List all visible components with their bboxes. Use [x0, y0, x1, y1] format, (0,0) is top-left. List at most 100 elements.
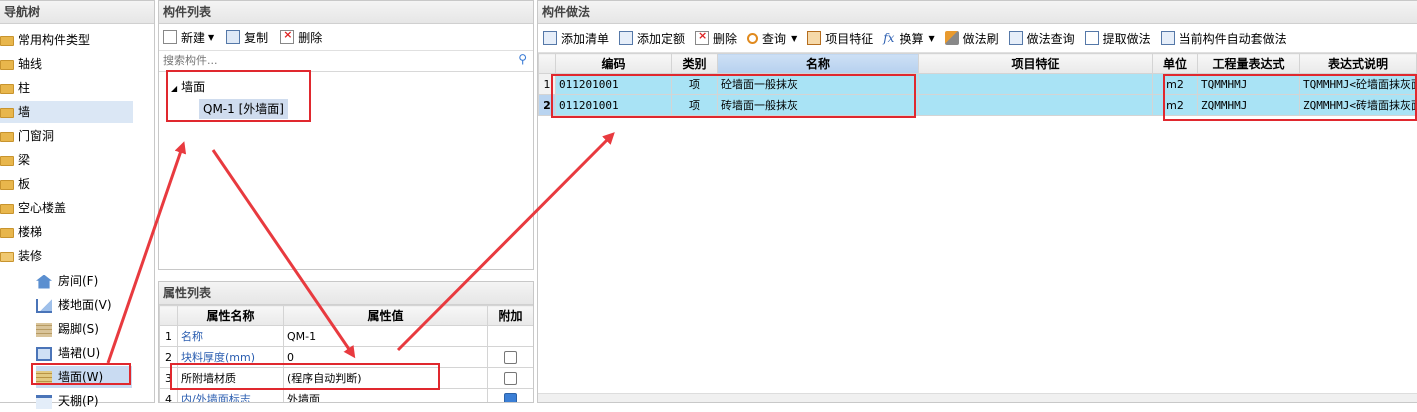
search-icon[interactable]: ⚲ — [518, 52, 527, 66]
extra-checkbox-checked[interactable] — [504, 392, 517, 402]
nav-sub-skirting[interactable]: 踢脚(S) — [36, 318, 132, 340]
header-type: 类别 — [671, 53, 718, 74]
skirting-icon — [36, 322, 52, 337]
nav-item-wall[interactable]: 墙 — [0, 101, 133, 123]
folder-icon — [0, 59, 14, 70]
delete-icon: × — [695, 29, 710, 45]
tree-item-qm1[interactable]: QM-1 [外墙面] — [199, 99, 288, 119]
convert-button[interactable]: fx 换算 ▼ — [883, 27, 934, 49]
nav-item-slab[interactable]: 板 — [0, 173, 150, 195]
method-title: 构件做法 — [538, 1, 1417, 24]
wall-surface-icon — [36, 370, 52, 385]
prop-value-cell[interactable]: 外墙面 — [283, 388, 488, 402]
folder-open-icon — [0, 251, 14, 262]
add-list-icon — [543, 31, 557, 45]
method-query-button[interactable]: 做法查询 — [1008, 27, 1075, 49]
extra-checkbox[interactable] — [504, 371, 517, 385]
prop-value-cell[interactable]: 0 — [283, 346, 488, 368]
nav-sub-floor[interactable]: 楼地面(V) — [36, 294, 132, 316]
query-button[interactable]: 查询 ▼ — [747, 27, 797, 49]
method-panel: 构件做法 添加清单 添加定额 × 删除 查询 ▼ 项目特征 fx 换算 ▼ 做法刷 … — [537, 0, 1417, 403]
header-desc: 表达式说明 — [1299, 53, 1417, 74]
dropdown-arrow-icon: ▼ — [208, 32, 215, 42]
nav-item-axis[interactable]: 轴线 — [0, 53, 150, 75]
nav-tree-title: 导航树 — [0, 1, 154, 24]
header-code: 编码 — [555, 53, 672, 74]
header-expr: 工程量表达式 — [1197, 53, 1300, 74]
folder-icon — [0, 155, 14, 166]
header-blank — [159, 305, 178, 326]
method-query-icon — [1008, 31, 1023, 45]
nav-sub-room[interactable]: 房间(F) — [36, 270, 132, 292]
table-row[interactable]: 1 名称 QM-1 — [159, 325, 533, 347]
tree-root-wall-surface[interactable]: ◢ 墙面 — [171, 78, 205, 95]
table-row[interactable]: 4 内/外墙面标志 外墙面 — [159, 388, 533, 402]
method-table: 编码 类别 名称 项目特征 单位 工程量表达式 表达式说明 1 01120100… — [538, 53, 1417, 116]
auto-apply-button[interactable]: 当前构件自动套做法 — [1160, 27, 1287, 49]
component-toolbar: 新建 ▼ 复制 × 删除 — [159, 24, 533, 51]
method-scrollbar[interactable] — [538, 393, 1417, 402]
method-toolbar: 添加清单 添加定额 × 删除 查询 ▼ 项目特征 fx 换算 ▼ 做法刷 做法查询 … — [538, 24, 1417, 53]
wainscot-icon — [36, 346, 52, 361]
add-quota-button[interactable]: 添加定额 — [619, 27, 685, 49]
delete-icon: × — [280, 28, 295, 44]
folder-icon — [0, 227, 14, 238]
item-feature-icon — [807, 31, 822, 45]
nav-sub-wall-surface[interactable]: 墙面(W) — [36, 366, 132, 388]
folder-icon — [0, 35, 14, 46]
dropdown-arrow-icon: ▼ — [928, 33, 935, 43]
fx-icon: fx — [883, 31, 895, 45]
nav-item-common-types[interactable]: 常用构件类型 — [0, 29, 150, 51]
table-row[interactable]: 2 块料厚度(mm) 0 — [159, 346, 533, 368]
nav-item-column[interactable]: 柱 — [0, 77, 150, 99]
component-list-panel: 构件列表 新建 ▼ 复制 × 删除 ⚲ ◢墙面 QM-1 [外墙面] — [158, 0, 534, 270]
add-list-button[interactable]: 添加清单 — [543, 27, 609, 49]
nav-item-openings[interactable]: 门窗洞 — [0, 125, 150, 147]
item-feature-button[interactable]: 项目特征 — [807, 27, 873, 49]
table-row[interactable]: 1 011201001 项 砼墙面一般抹灰 m2 TQMMHMJ TQMMHMJ… — [538, 73, 1417, 95]
table-row[interactable]: 2 011201001 项 砖墙面一般抹灰 m2 ZQMMHMJ ZQMMHMJ… — [538, 94, 1417, 116]
folder-icon — [0, 107, 14, 118]
extract-method-button[interactable]: 提取做法 — [1084, 27, 1151, 49]
delete-button[interactable]: × 删除 — [280, 26, 322, 48]
extra-checkbox[interactable] — [504, 350, 517, 364]
nav-item-beam[interactable]: 梁 — [0, 149, 150, 171]
folder-icon — [0, 131, 14, 142]
header-blank — [538, 53, 556, 74]
property-table: 属性名称 属性值 附加 1 名称 QM-1 2 块料厚度(mm) 0 3 所附墙… — [159, 305, 533, 402]
header-prop-name: 属性名称 — [177, 305, 284, 326]
house-icon — [36, 274, 52, 289]
copy-button[interactable]: 复制 — [226, 26, 268, 48]
brush-icon — [944, 31, 959, 45]
folder-icon — [0, 179, 14, 190]
magnifier-icon — [747, 32, 759, 44]
component-search-input[interactable] — [159, 51, 507, 69]
header-feature: 项目特征 — [918, 53, 1153, 74]
header-prop-value: 属性值 — [283, 305, 488, 326]
new-doc-icon — [163, 30, 177, 44]
nav-sub-ceiling[interactable]: 天棚(P) — [36, 390, 132, 412]
method-brush-button[interactable]: 做法刷 — [944, 27, 999, 49]
new-button[interactable]: 新建 ▼ — [163, 26, 214, 48]
prop-value-cell[interactable]: QM-1 — [283, 325, 488, 347]
ceiling-icon — [36, 394, 52, 409]
nav-item-decoration[interactable]: 装修 — [0, 245, 150, 267]
nav-item-hollow-floor[interactable]: 空心楼盖 — [0, 197, 150, 219]
component-search-box: ⚲ — [159, 51, 533, 72]
component-list-title: 构件列表 — [159, 1, 533, 24]
nav-sub-wainscot[interactable]: 墙裙(U) — [36, 342, 132, 364]
method-delete-button[interactable]: × 删除 — [695, 27, 737, 49]
floor-icon — [36, 298, 52, 313]
header-unit: 单位 — [1152, 53, 1198, 74]
prop-value-cell[interactable]: (程序自动判断) — [283, 367, 488, 389]
collapse-triangle-icon[interactable]: ◢ — [171, 84, 177, 93]
folder-icon — [0, 83, 14, 94]
extract-icon — [1084, 31, 1099, 45]
nav-item-stairs[interactable]: 楼梯 — [0, 221, 150, 243]
property-list-panel: 属性列表 属性名称 属性值 附加 1 名称 QM-1 2 块料厚度(mm) 0 … — [158, 281, 534, 403]
add-quota-icon — [619, 31, 634, 45]
dropdown-arrow-icon: ▼ — [791, 33, 798, 43]
folder-icon — [0, 203, 14, 214]
table-row[interactable]: 3 所附墙材质 (程序自动判断) — [159, 367, 533, 389]
auto-apply-icon — [1160, 31, 1175, 45]
